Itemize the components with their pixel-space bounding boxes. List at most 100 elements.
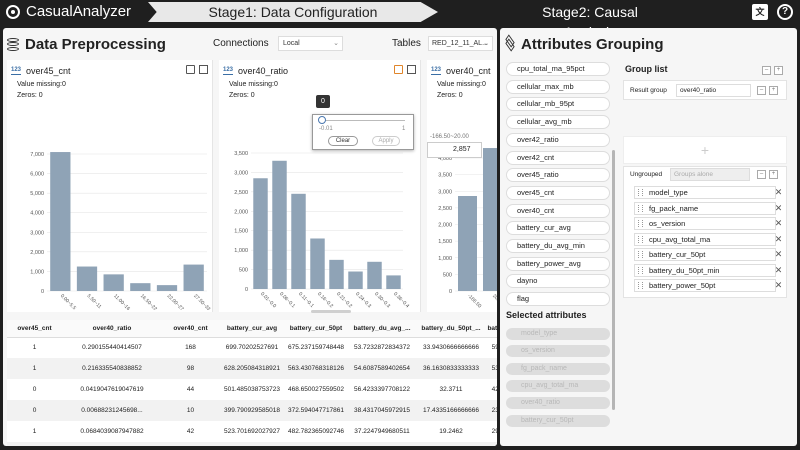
edit-icon[interactable]	[199, 65, 208, 74]
column-header[interactable]: battery_cur_50pt	[285, 320, 347, 338]
result-group-input[interactable]: over40_ratio	[676, 84, 751, 97]
table-row[interactable]: 1 0.290155440414507 168 699.70202527691 675.…	[7, 337, 497, 358]
histogram-bar[interactable]	[348, 271, 363, 289]
horizontal-scrollbar[interactable]	[311, 310, 351, 313]
attribute-item[interactable]: over42_cnt	[506, 150, 610, 165]
table-row[interactable]: 1 0.216335540838852 98 628.205084318921 563.…	[7, 358, 497, 379]
attribute-item[interactable]: over45_ratio	[506, 168, 610, 183]
attribute-item[interactable]: flag	[506, 292, 610, 307]
attribute-item[interactable]: battery_cur_avg	[506, 221, 610, 236]
help-icon[interactable]: ?	[777, 4, 793, 20]
table-row[interactable]: 0 0.00688231245698... 10 399.790929585018 37…	[7, 400, 497, 421]
histogram-bar[interactable]	[253, 178, 268, 289]
column-header[interactable]: battery_du_50pt_...	[417, 320, 485, 338]
attribute-item[interactable]: cellular_max_mb	[506, 79, 610, 94]
selected-attribute-item[interactable]: over40_ratio	[506, 397, 610, 410]
range-slider-track[interactable]	[323, 120, 405, 121]
attribute-item[interactable]: cpu_total_ma_95pct	[506, 62, 610, 76]
histogram-bar[interactable]	[50, 152, 71, 291]
attribute-item[interactable]: over40_cnt	[506, 203, 610, 218]
attribute-item[interactable]: over45_cnt	[506, 185, 610, 200]
remove-icon[interactable]: ✕	[774, 281, 783, 290]
histogram-bar[interactable]	[291, 193, 306, 289]
column-header[interactable]: over40_cnt	[162, 320, 219, 338]
column-header[interactable]: battery_power_a...	[485, 320, 497, 338]
ungrouped-attribute[interactable]: battery_power_50pt	[634, 279, 776, 292]
collapse-button[interactable]: –	[762, 66, 771, 75]
ungrouped-attribute[interactable]: fg_pack_name	[634, 201, 776, 215]
histogram-bar[interactable]	[310, 238, 325, 289]
attribute-item[interactable]: battery_power_avg	[506, 256, 610, 271]
clear-button[interactable]: Clear	[328, 136, 358, 146]
vertical-scrollbar[interactable]	[612, 150, 615, 410]
histogram-bar[interactable]	[458, 196, 477, 291]
selected-attribute-item[interactable]: model_type	[506, 328, 610, 340]
ungrouped-attribute[interactable]: model_type	[634, 186, 776, 199]
attribute-item[interactable]: dayno	[506, 274, 610, 289]
table-cell: 54.6087589402654	[347, 358, 417, 379]
remove-icon[interactable]: ✕	[774, 219, 783, 228]
histogram-bar[interactable]	[483, 148, 497, 291]
connections-label: Connections	[213, 38, 269, 49]
translate-icon[interactable]: 文	[752, 4, 768, 20]
column-header[interactable]: battery_cur_avg	[219, 320, 285, 338]
filter-icon[interactable]	[394, 65, 403, 74]
selected-attribute-item[interactable]: cpu_avg_total_ma	[506, 379, 610, 392]
histogram-bar[interactable]	[103, 274, 124, 291]
remove-icon[interactable]: ✕	[774, 250, 783, 259]
attribute-item[interactable]: battery_du_avg_min	[506, 239, 610, 253]
histogram-bar[interactable]	[130, 283, 151, 291]
remove-icon[interactable]: ✕	[774, 188, 783, 197]
histogram-bar[interactable]	[183, 264, 204, 291]
expand-button[interactable]: +	[769, 86, 778, 95]
drag-handle-icon[interactable]	[638, 251, 643, 258]
histogram-bar[interactable]	[367, 261, 382, 289]
attribute-card[interactable]: 123 over40_cnt Value missing:0 Zeros: 0 …	[427, 60, 497, 312]
filter-icon[interactable]	[186, 65, 195, 74]
histogram-bar[interactable]	[386, 275, 401, 289]
attribute-item[interactable]: over42_ratio	[506, 132, 610, 147]
column-header[interactable]: over45_cnt	[7, 320, 62, 338]
table-row[interactable]: 0 0.0419047619047619 44 501.485038753723 468…	[7, 379, 497, 400]
table-row[interactable]: 00.01923076923076924486.258367478832460.…	[7, 442, 497, 446]
drag-handle-icon[interactable]	[638, 235, 643, 243]
collapse-button[interactable]: –	[757, 170, 766, 179]
drag-handle-icon[interactable]	[638, 189, 643, 196]
attribute-item[interactable]: cellular_avg_mb	[506, 115, 610, 130]
ungrouped-attribute[interactable]: battery_cur_50pt	[634, 248, 776, 261]
expand-button[interactable]: +	[774, 66, 783, 75]
apply-button[interactable]: Apply	[372, 136, 400, 146]
drag-handle-icon[interactable]	[638, 282, 643, 289]
remove-icon[interactable]: ✕	[774, 203, 783, 213]
edit-icon[interactable]	[407, 65, 416, 74]
collapse-button[interactable]: –	[757, 86, 766, 95]
tables-select[interactable]: RED_12_11_AL... ⌄	[428, 36, 493, 51]
stage1-tab[interactable]: Stage1: Data Configuration	[148, 2, 438, 22]
histogram-bar[interactable]	[272, 160, 287, 289]
drag-handle-icon[interactable]	[638, 204, 643, 212]
histogram-bar[interactable]	[76, 266, 98, 291]
ungrouped-input[interactable]: Groups alone	[670, 168, 750, 181]
connections-select[interactable]: Local ⌄	[278, 36, 343, 51]
attribute-item[interactable]: cellular_mb_95pt	[506, 97, 610, 112]
attribute-card[interactable]: 123 over45_cnt Value missing:0 Zeros: 0 …	[7, 60, 213, 312]
table-row[interactable]: 1 0.0684039087947882 42 523.701692027927 482…	[7, 421, 497, 442]
selected-attribute-item[interactable]: os_version	[506, 345, 610, 358]
remove-icon[interactable]: ✕	[774, 234, 783, 244]
ungrouped-attribute[interactable]: cpu_avg_total_ma	[634, 232, 776, 246]
drag-handle-icon[interactable]	[638, 220, 643, 227]
column-header[interactable]: over40_ratio	[62, 320, 162, 338]
ungrouped-attribute[interactable]: battery_du_50pt_min	[634, 263, 776, 277]
range-slider-handle[interactable]	[318, 116, 326, 124]
histogram-bar[interactable]	[329, 259, 344, 289]
selected-attribute-item[interactable]: battery_cur_50pt	[506, 414, 610, 427]
stage2-tab[interactable]: Stage2: Causal Analysis	[515, 2, 665, 40]
histogram-bar[interactable]	[156, 285, 178, 291]
remove-icon[interactable]: ✕	[774, 265, 783, 275]
ungrouped-attribute[interactable]: os_version	[634, 217, 776, 230]
expand-button[interactable]: +	[769, 170, 778, 179]
add-group-button[interactable]: +	[623, 136, 787, 164]
selected-attribute-item[interactable]: fg_pack_name	[506, 362, 610, 375]
drag-handle-icon[interactable]	[638, 266, 643, 274]
column-header[interactable]: battery_du_avg_...	[347, 320, 417, 338]
